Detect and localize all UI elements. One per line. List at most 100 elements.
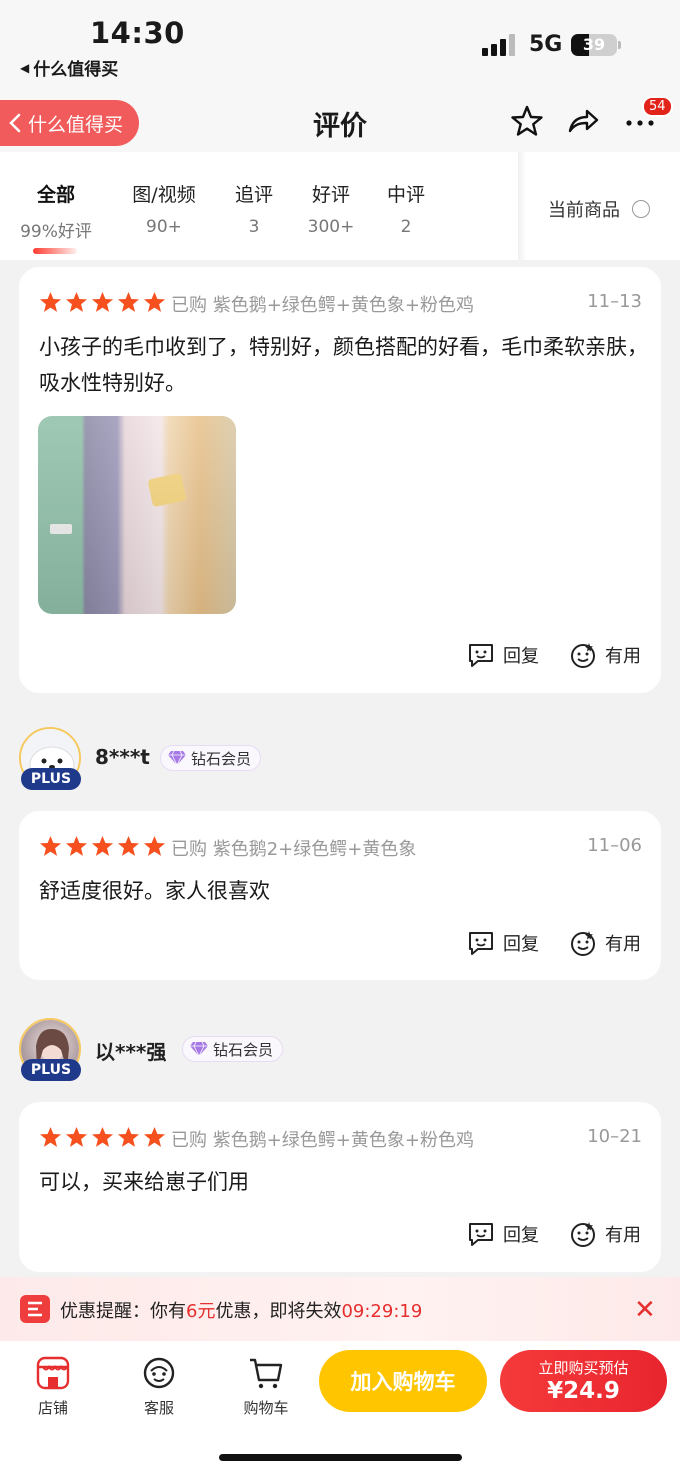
purchased-variant: 已购 紫色鹅+绿色鳄+黄色象+粉色鸡 — [171, 295, 474, 316]
buy-now-label: 立即购买预估 — [538, 1359, 629, 1377]
useful-button[interactable]: 有用 — [569, 929, 641, 957]
diamond-icon — [168, 750, 186, 766]
star-icon — [91, 291, 114, 312]
back-to-app-link[interactable]: ◀ 什么值得买 — [20, 55, 118, 80]
nav-back-label: 什么值得买 — [28, 113, 124, 136]
promo-countdown: 09:29:19 — [341, 1301, 423, 1322]
reply-button[interactable]: 回复 — [467, 1220, 539, 1248]
customer-service-button[interactable]: 客服 — [119, 1355, 199, 1418]
review-date: 11–06 — [587, 835, 642, 856]
current-item-label: 当前商品 — [548, 200, 620, 221]
tab-count: 3 — [248, 217, 260, 237]
customer-service-icon — [143, 1357, 175, 1389]
tab-label: 图/视频 — [132, 184, 196, 206]
diamond-icon — [190, 1041, 208, 1057]
cart-label: 购物车 — [243, 1399, 289, 1417]
reviewer-name: 以***强 — [95, 1040, 167, 1064]
tabs-divider — [518, 152, 526, 260]
rating-stars — [39, 835, 166, 857]
close-icon[interactable]: ✕ — [634, 1295, 656, 1325]
review-date: 10–21 — [587, 1126, 642, 1147]
customer-service-label: 客服 — [143, 1399, 174, 1417]
reviewer-row[interactable]: PLUS 以***强 钻石会员 — [19, 1018, 419, 1082]
reply-button[interactable]: 回复 — [467, 929, 539, 957]
reply-label: 回复 — [503, 646, 539, 667]
star-icon — [39, 1126, 62, 1147]
useful-icon — [571, 931, 595, 956]
store-icon — [36, 1356, 70, 1390]
star-icon — [65, 1126, 88, 1147]
reviewer-name: 8***t — [95, 745, 150, 769]
star-icon — [143, 835, 166, 856]
add-to-cart-button[interactable]: 加入购物车 — [319, 1350, 487, 1412]
useful-label: 有用 — [605, 934, 641, 955]
status-bar: 14:30 ◀ 什么值得买 5G 39 — [0, 0, 680, 90]
reply-label: 回复 — [503, 934, 539, 955]
tab-label: 好评 — [311, 184, 350, 206]
battery-icon: 39 — [571, 34, 617, 56]
purchased-variant: 已购 紫色鹅+绿色鳄+黄色象+粉色鸡 — [171, 1130, 474, 1151]
review-date: 11–13 — [587, 291, 642, 312]
reply-button[interactable]: 回复 — [467, 641, 539, 669]
home-indicator[interactable] — [219, 1454, 462, 1461]
tab-count: 90+ — [146, 217, 182, 237]
store-button[interactable]: 店铺 — [13, 1355, 93, 1418]
star-icon — [143, 1126, 166, 1147]
store-label: 店铺 — [37, 1399, 68, 1417]
useful-button[interactable]: 有用 — [569, 1220, 641, 1248]
rating-stars — [39, 1126, 166, 1148]
review-actions: 回复 有用 — [467, 1220, 641, 1248]
promo-amount: 6元 — [186, 1301, 216, 1322]
tab-photo-video[interactable]: 图/视频 90+ — [124, 180, 204, 237]
signal-icon — [482, 34, 515, 56]
chevron-left-icon — [9, 113, 21, 133]
buy-now-button[interactable]: 立即购买预估 ¥24.9 — [500, 1350, 667, 1412]
promo-reminder-bar[interactable]: 优惠提醒：你有6元优惠，即将失效09:29:19 ✕ — [0, 1277, 680, 1341]
current-item-filter[interactable]: 当前商品 — [548, 196, 650, 222]
useful-icon — [571, 643, 595, 668]
estimated-price: ¥24.9 — [547, 1378, 620, 1404]
cart-icon — [250, 1358, 283, 1389]
reply-label: 回复 — [503, 1225, 539, 1246]
reviewer-row[interactable]: PLUS 8***t 钻石会员 — [19, 727, 419, 791]
tab-positive[interactable]: 好评 300+ — [304, 180, 358, 237]
tab-label: 中评 — [386, 184, 425, 206]
promo-text: 优惠提醒：你有6元优惠，即将失效09:29:19 — [60, 1297, 422, 1323]
review-card: 已购 紫色鹅+绿色鳄+黄色象+粉色鸡 10–21 可以，买来给崽子们用 回复 有… — [19, 1102, 661, 1272]
star-icon — [91, 835, 114, 856]
radio-icon[interactable] — [632, 200, 650, 218]
star-icon — [143, 291, 166, 312]
star-icon — [91, 1126, 114, 1147]
plus-badge: PLUS — [21, 768, 81, 790]
tab-follow-up[interactable]: 追评 3 — [230, 180, 278, 237]
useful-button[interactable]: 有用 — [569, 641, 641, 669]
promo-middle: 优惠，即将失效 — [215, 1301, 342, 1322]
star-icon — [117, 291, 140, 312]
star-icon — [117, 1126, 140, 1147]
review-text: 可以，买来给崽子们用 — [39, 1170, 249, 1194]
back-triangle-icon: ◀ — [20, 60, 30, 75]
tab-label: 追评 — [234, 184, 273, 206]
cart-button[interactable]: 购物车 — [226, 1355, 306, 1418]
favorite-star-icon[interactable] — [510, 104, 544, 138]
review-text: 小孩子的毛巾收到了，特别好，颜色搭配的好看，毛巾柔软亲肤，吸水性特别好。 — [39, 335, 648, 395]
review-card: 已购 紫色鹅+绿色鳄+黄色象+粉色鸡 11–13 小孩子的毛巾收到了，特别好，颜… — [19, 267, 661, 693]
tab-count: 99%好评 — [20, 222, 92, 242]
reply-icon — [469, 932, 493, 955]
tab-neutral[interactable]: 中评 2 — [382, 180, 430, 237]
battery-tip — [618, 41, 621, 49]
tab-count: 300+ — [307, 217, 355, 237]
tab-all[interactable]: 全部 99%好评 — [18, 180, 94, 242]
review-filter-tabs: 全部 99%好评 图/视频 90+ 追评 3 好评 300+ 中评 2 当前商品 — [0, 152, 680, 260]
promo-prefix: 优惠提醒：你有 — [60, 1301, 186, 1322]
review-card: 已购 紫色鹅2+绿色鳄+黄色象 11–06 舒适度很好。家人很喜欢 回复 有用 — [19, 811, 661, 980]
star-icon — [117, 835, 140, 856]
star-icon — [65, 291, 88, 312]
review-photo[interactable] — [38, 416, 236, 614]
star-icon — [39, 291, 62, 312]
reply-icon — [469, 1223, 493, 1246]
share-icon[interactable] — [566, 104, 600, 138]
notification-badge: 54 — [642, 96, 673, 117]
nav-back-button[interactable]: 什么值得买 — [0, 100, 139, 146]
reply-icon — [469, 644, 493, 667]
